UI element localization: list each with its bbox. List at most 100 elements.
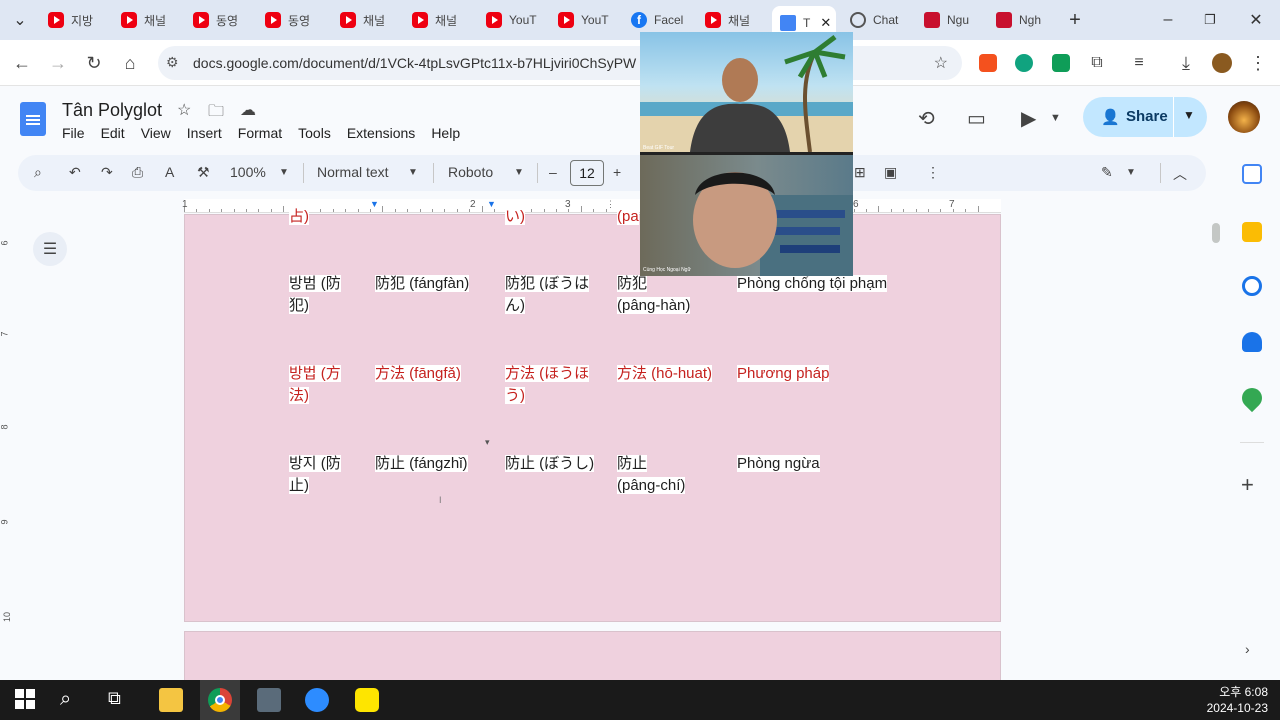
menu-extensions[interactable]: Extensions: [347, 125, 415, 141]
file-explorer-icon[interactable]: [159, 688, 183, 712]
more-tools-icon[interactable]: ⋮: [926, 164, 940, 181]
close-window-icon[interactable]: ✕: [1244, 8, 1268, 32]
tasks-icon[interactable]: [1242, 276, 1262, 296]
table-cell[interactable]: 防止 (fángzhǐ): [375, 453, 468, 475]
menu-view[interactable]: View: [141, 125, 171, 141]
table-cell[interactable]: 防犯 (pâng-hàn): [617, 273, 691, 317]
ruler-indent-marker-icon[interactable]: ⋮: [606, 199, 615, 210]
table-cell[interactable]: 方法 (ほうほ う): [505, 363, 590, 407]
media-control-icon[interactable]: ≡: [1127, 51, 1151, 75]
cloud-saved-icon[interactable]: ☁: [240, 100, 256, 120]
browser-tab[interactable]: 지방: [40, 6, 110, 34]
meet-dropdown-icon[interactable]: ▼: [1050, 112, 1061, 124]
increase-font-size-icon[interactable]: +: [613, 164, 621, 180]
paragraph-style-select[interactable]: Normal text: [317, 164, 389, 180]
windows-start-icon[interactable]: [14, 688, 38, 712]
get-addons-plus-icon[interactable]: +: [1241, 472, 1254, 498]
menu-tools[interactable]: Tools: [298, 125, 331, 141]
zoom-app-icon[interactable]: [305, 688, 329, 712]
menu-file[interactable]: File: [62, 125, 85, 141]
browser-tab[interactable]: Ngh: [988, 6, 1058, 34]
document-outline-icon[interactable]: ☰: [33, 232, 67, 266]
editing-mode-pencil-icon[interactable]: ✎: [1101, 164, 1113, 181]
share-button[interactable]: 👤 Share ▼: [1083, 97, 1207, 137]
menu-edit[interactable]: Edit: [101, 125, 125, 141]
forward-icon[interactable]: →: [46, 51, 70, 75]
zoom-select[interactable]: 100%: [230, 164, 266, 180]
menu-help[interactable]: Help: [431, 125, 460, 141]
browser-tab[interactable]: Ngu: [916, 6, 986, 34]
ruler-indent-marker-icon[interactable]: ▼: [487, 199, 496, 209]
extension-ex-icon[interactable]: [979, 54, 997, 72]
ruler-indent-marker-icon[interactable]: ▼: [370, 199, 379, 209]
home-icon[interactable]: ⌂: [118, 51, 142, 75]
spellcheck-icon[interactable]: A: [165, 164, 174, 180]
table-cell[interactable]: (pa: [617, 206, 639, 228]
browser-tab[interactable]: YouT: [478, 6, 548, 34]
hide-menus-chevron-up-icon[interactable]: ︿: [1173, 164, 1187, 184]
chrome-taskbar-item[interactable]: [200, 680, 240, 720]
insert-image-icon[interactable]: ▣: [884, 164, 897, 181]
search-menus-icon[interactable]: ⌕: [34, 164, 42, 181]
font-dropdown-icon[interactable]: ▼: [514, 167, 524, 178]
tab-search-icon[interactable]: ⌄: [8, 8, 32, 32]
table-cell[interactable]: 占): [289, 206, 309, 228]
search-icon[interactable]: ⌕: [60, 688, 84, 712]
calculator-icon[interactable]: [257, 688, 281, 712]
star-icon[interactable]: ☆: [177, 100, 191, 120]
share-dropdown-icon[interactable]: ▼: [1183, 108, 1195, 122]
move-folder-icon[interactable]: 🗀: [208, 100, 224, 127]
version-history-icon[interactable]: ⟲: [918, 106, 935, 131]
browser-tab[interactable]: 채널: [697, 6, 767, 34]
redo-icon[interactable]: ↷: [101, 164, 113, 181]
new-tab-icon[interactable]: +: [1063, 8, 1087, 32]
bookmark-star-icon[interactable]: ☆: [934, 53, 948, 73]
keep-icon[interactable]: [1242, 222, 1262, 242]
account-avatar[interactable]: [1228, 101, 1260, 133]
editing-mode-dropdown-icon[interactable]: ▼: [1126, 167, 1136, 178]
extensions-puzzle-icon[interactable]: ⧉: [1085, 51, 1109, 75]
table-cell[interactable]: 방범 (防 犯): [289, 273, 341, 317]
system-clock[interactable]: 오후 6:08 2024-10-23: [1207, 684, 1268, 716]
table-cell[interactable]: Phòng ngừa: [737, 453, 820, 475]
comments-icon[interactable]: ▭: [967, 106, 986, 131]
browser-tab[interactable]: 동영: [257, 6, 327, 34]
vertical-ruler[interactable]: 6 7 8 9 10: [0, 214, 14, 680]
font-size-input[interactable]: 12: [570, 160, 604, 186]
style-dropdown-icon[interactable]: ▼: [408, 167, 418, 178]
kakaotalk-icon[interactable]: [355, 688, 379, 712]
undo-icon[interactable]: ↶: [69, 164, 81, 181]
table-cell[interactable]: 方法 (hō-huat): [617, 363, 713, 385]
document-title[interactable]: Tân Polyglot: [62, 100, 162, 121]
restore-icon[interactable]: ❐: [1198, 8, 1222, 32]
paint-format-icon[interactable]: ⚒: [197, 164, 210, 181]
browser-tab[interactable]: f Facel: [623, 6, 693, 34]
zoom-dropdown-icon[interactable]: ▼: [279, 167, 289, 178]
task-view-icon[interactable]: ⧉: [108, 688, 132, 712]
browser-tab[interactable]: YouT: [550, 6, 620, 34]
decrease-font-size-icon[interactable]: –: [549, 164, 557, 180]
document-page[interactable]: 占) い) (pa 방범 (防 犯) 防犯 (fángfàn) 防犯 (ぼうは ん) 防犯 (pâ…: [184, 208, 1001, 622]
table-cell[interactable]: 방지 (防 止): [289, 453, 341, 497]
document-scrollbar[interactable]: [1212, 223, 1220, 243]
browser-tab[interactable]: 채널: [332, 6, 402, 34]
meet-camera-icon[interactable]: ▶: [1021, 106, 1036, 131]
calendar-icon[interactable]: [1242, 164, 1262, 184]
reload-icon[interactable]: ↻: [82, 51, 106, 75]
table-cell[interactable]: Phòng chống tội phạm: [737, 273, 888, 295]
contacts-icon[interactable]: [1242, 332, 1262, 352]
table-cell[interactable]: 방법 (方 法): [289, 363, 341, 407]
table-cell[interactable]: Phương pháp: [737, 363, 830, 385]
browser-tab[interactable]: 동영: [185, 6, 255, 34]
extension-chat-icon[interactable]: [1015, 54, 1033, 72]
close-tab-icon[interactable]: ✕: [820, 15, 831, 31]
menu-format[interactable]: Format: [238, 125, 282, 141]
print-icon[interactable]: ⎙: [132, 164, 143, 181]
browser-tab[interactable]: Chat: [842, 6, 912, 34]
table-cell-dropdown-icon[interactable]: ▾: [485, 437, 490, 448]
extension-on-icon[interactable]: [1052, 54, 1070, 72]
browser-menu-icon[interactable]: ⋮: [1246, 51, 1270, 75]
menu-insert[interactable]: Insert: [187, 125, 222, 141]
table-cell[interactable]: 防止 (pâng-chí): [617, 453, 686, 497]
docs-logo-icon[interactable]: [20, 102, 46, 136]
